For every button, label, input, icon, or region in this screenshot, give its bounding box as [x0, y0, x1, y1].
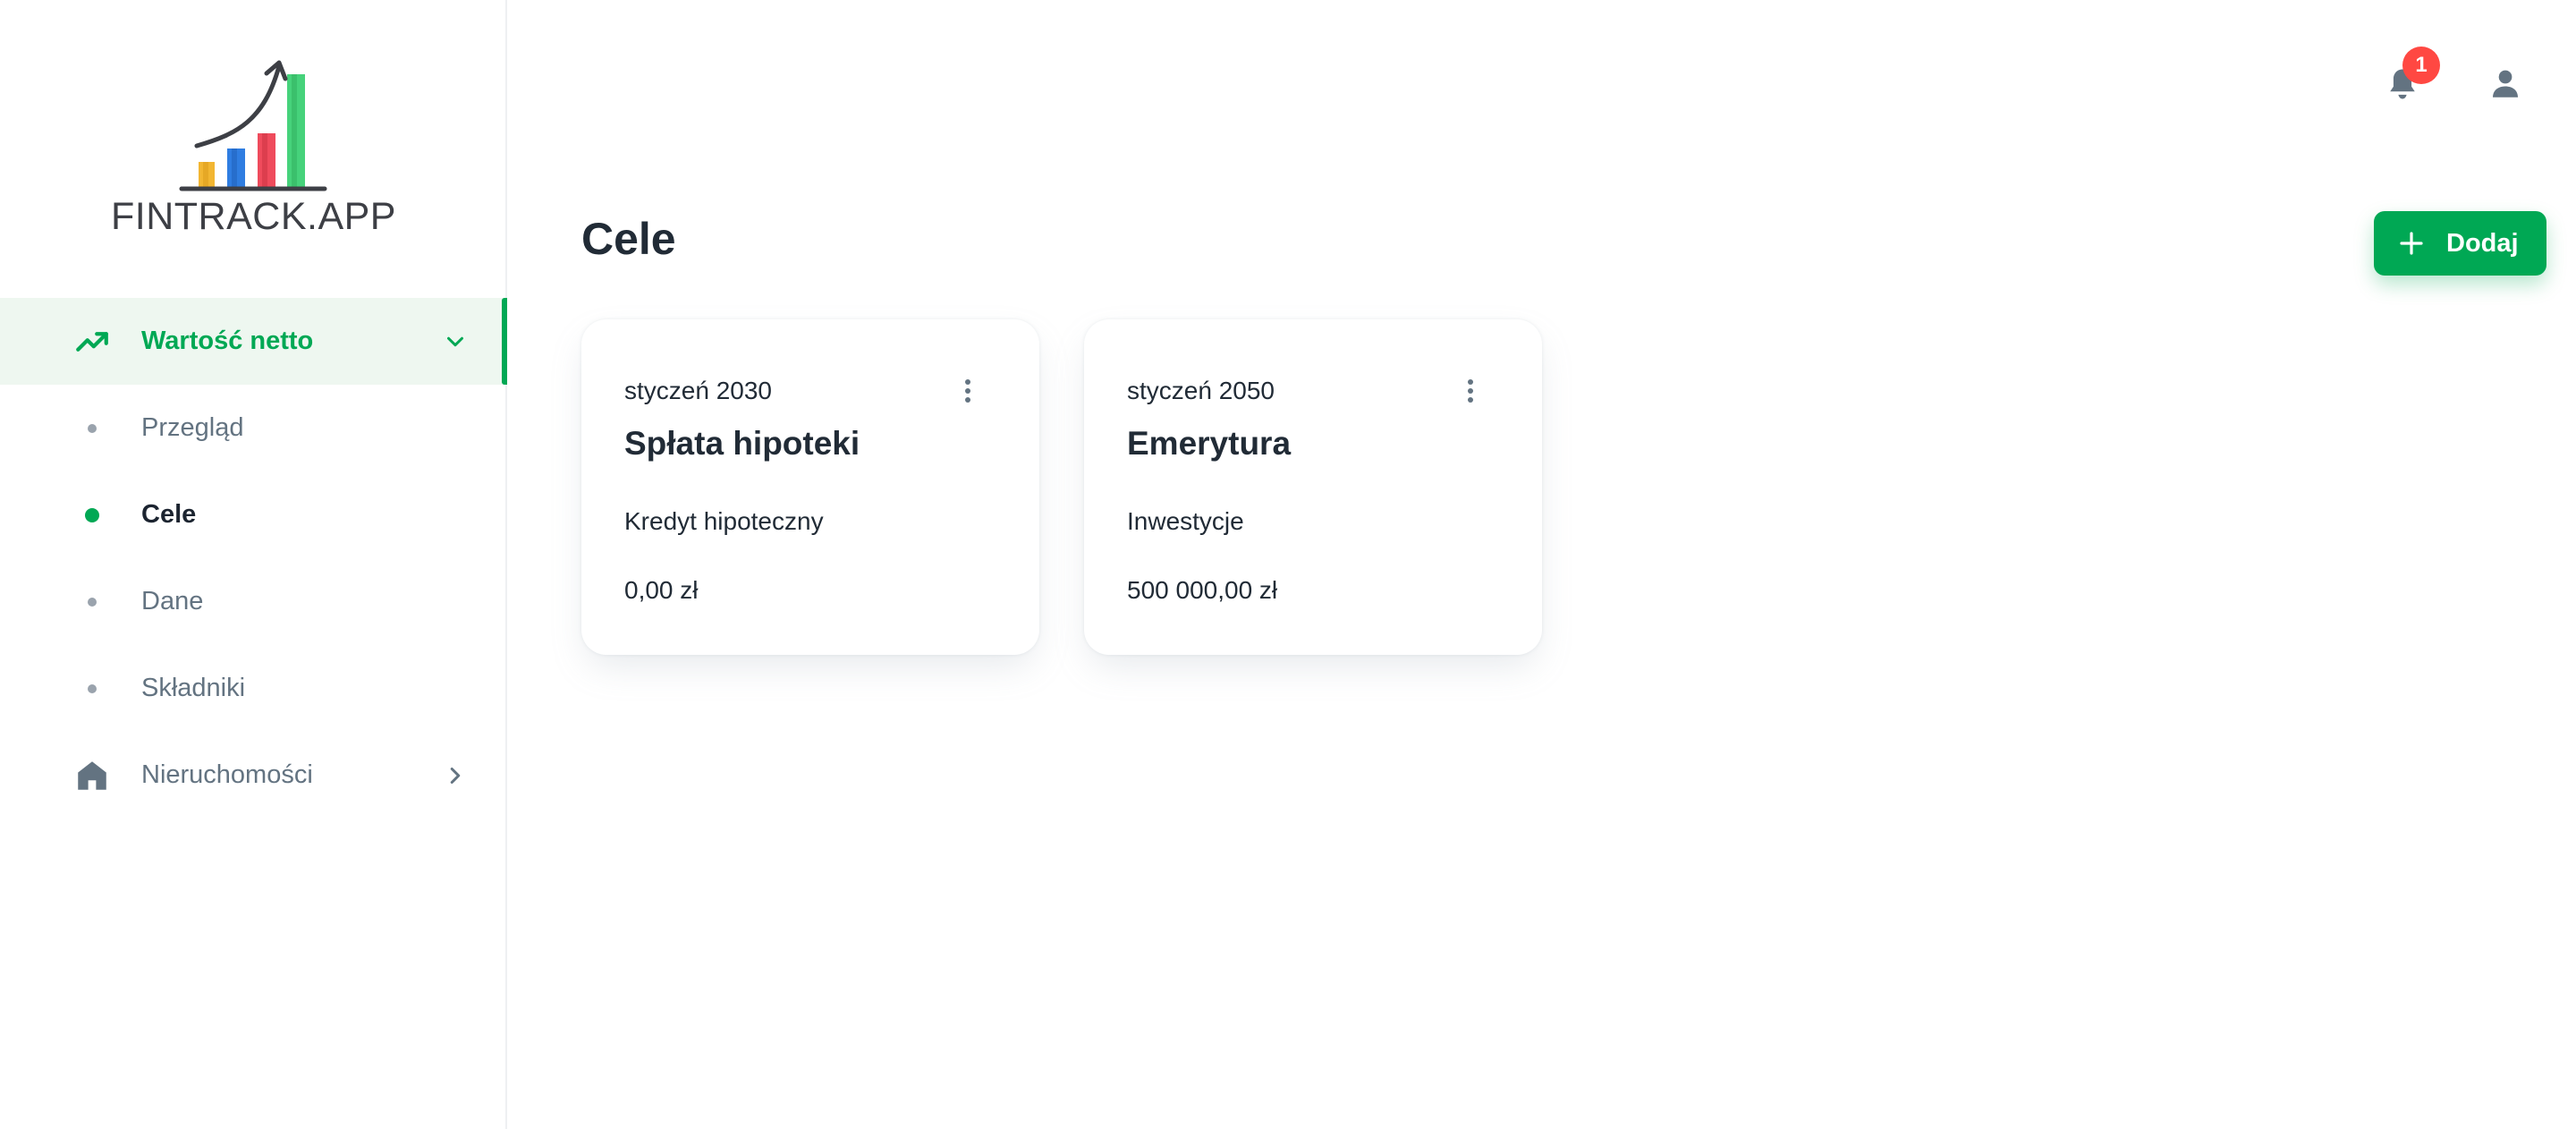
- notification-badge: 1: [2402, 47, 2440, 84]
- page-title: Cele: [581, 214, 676, 264]
- logo-text: FINTRACK.APP: [111, 195, 396, 238]
- goal-amount: 0,00 zł: [624, 576, 699, 604]
- app-root: FINTRACK.APP Wartość netto Przegląd Cele: [0, 0, 2576, 1129]
- bullet-icon: [85, 507, 99, 522]
- bullet-icon: [88, 423, 97, 433]
- sidebar-subitem-data[interactable]: Dane: [0, 558, 507, 645]
- goal-category: Inwestycje: [1127, 507, 1244, 535]
- more-vertical-icon[interactable]: [1460, 375, 1481, 407]
- sidebar-nav: Wartość netto Przegląd Cele Dane Składni…: [0, 298, 507, 819]
- bullet-icon: [88, 597, 97, 607]
- goal-date: styczeń 2030: [624, 377, 772, 404]
- bullet-icon: [88, 683, 97, 693]
- sidebar-subitem-label: Dane: [141, 587, 204, 615]
- sidebar-subitem-label: Przegląd: [141, 413, 244, 442]
- goal-category: Kredyt hipoteczny: [624, 507, 824, 535]
- plus-icon: [2400, 232, 2423, 255]
- chevron-right-icon: [450, 767, 461, 784]
- goal-name: Spłata hipoteki: [624, 425, 860, 462]
- user-icon[interactable]: [2487, 64, 2524, 102]
- logo[interactable]: FINTRACK.APP: [0, 54, 507, 250]
- goal-date: styczeń 2050: [1127, 377, 1275, 404]
- logo-chart-icon: [179, 60, 327, 191]
- goal-card[interactable]: styczeń 2050 Emerytura Inwestycje 500 00…: [1084, 319, 1542, 655]
- goal-amount: 500 000,00 zł: [1127, 576, 1278, 604]
- sidebar-subitem-overview[interactable]: Przegląd: [0, 385, 507, 471]
- goal-card[interactable]: styczeń 2030 Spłata hipoteki Kredyt hipo…: [581, 319, 1039, 655]
- sidebar-item-label: Nieruchomości: [141, 760, 313, 789]
- sidebar-item-real-estate[interactable]: Nieruchomości: [0, 732, 507, 819]
- trending-up-icon: [76, 331, 108, 352]
- sidebar: FINTRACK.APP Wartość netto Przegląd Cele: [0, 0, 507, 1129]
- add-goal-button[interactable]: Dodaj: [2374, 211, 2546, 276]
- sidebar-item-label: Wartość netto: [141, 327, 314, 355]
- home-icon: [78, 760, 106, 790]
- add-goal-button-label: Dodaj: [2446, 228, 2519, 258]
- goal-name: Emerytura: [1127, 425, 1292, 462]
- sidebar-subitem-components[interactable]: Składniki: [0, 645, 507, 732]
- sidebar-subitem-label: Składniki: [141, 674, 246, 702]
- chevron-down-icon: [447, 336, 463, 346]
- more-vertical-icon[interactable]: [957, 375, 979, 407]
- sidebar-item-net-worth[interactable]: Wartość netto: [0, 298, 507, 385]
- sidebar-subitem-label: Cele: [141, 500, 197, 529]
- sidebar-subitem-goals[interactable]: Cele: [0, 471, 507, 558]
